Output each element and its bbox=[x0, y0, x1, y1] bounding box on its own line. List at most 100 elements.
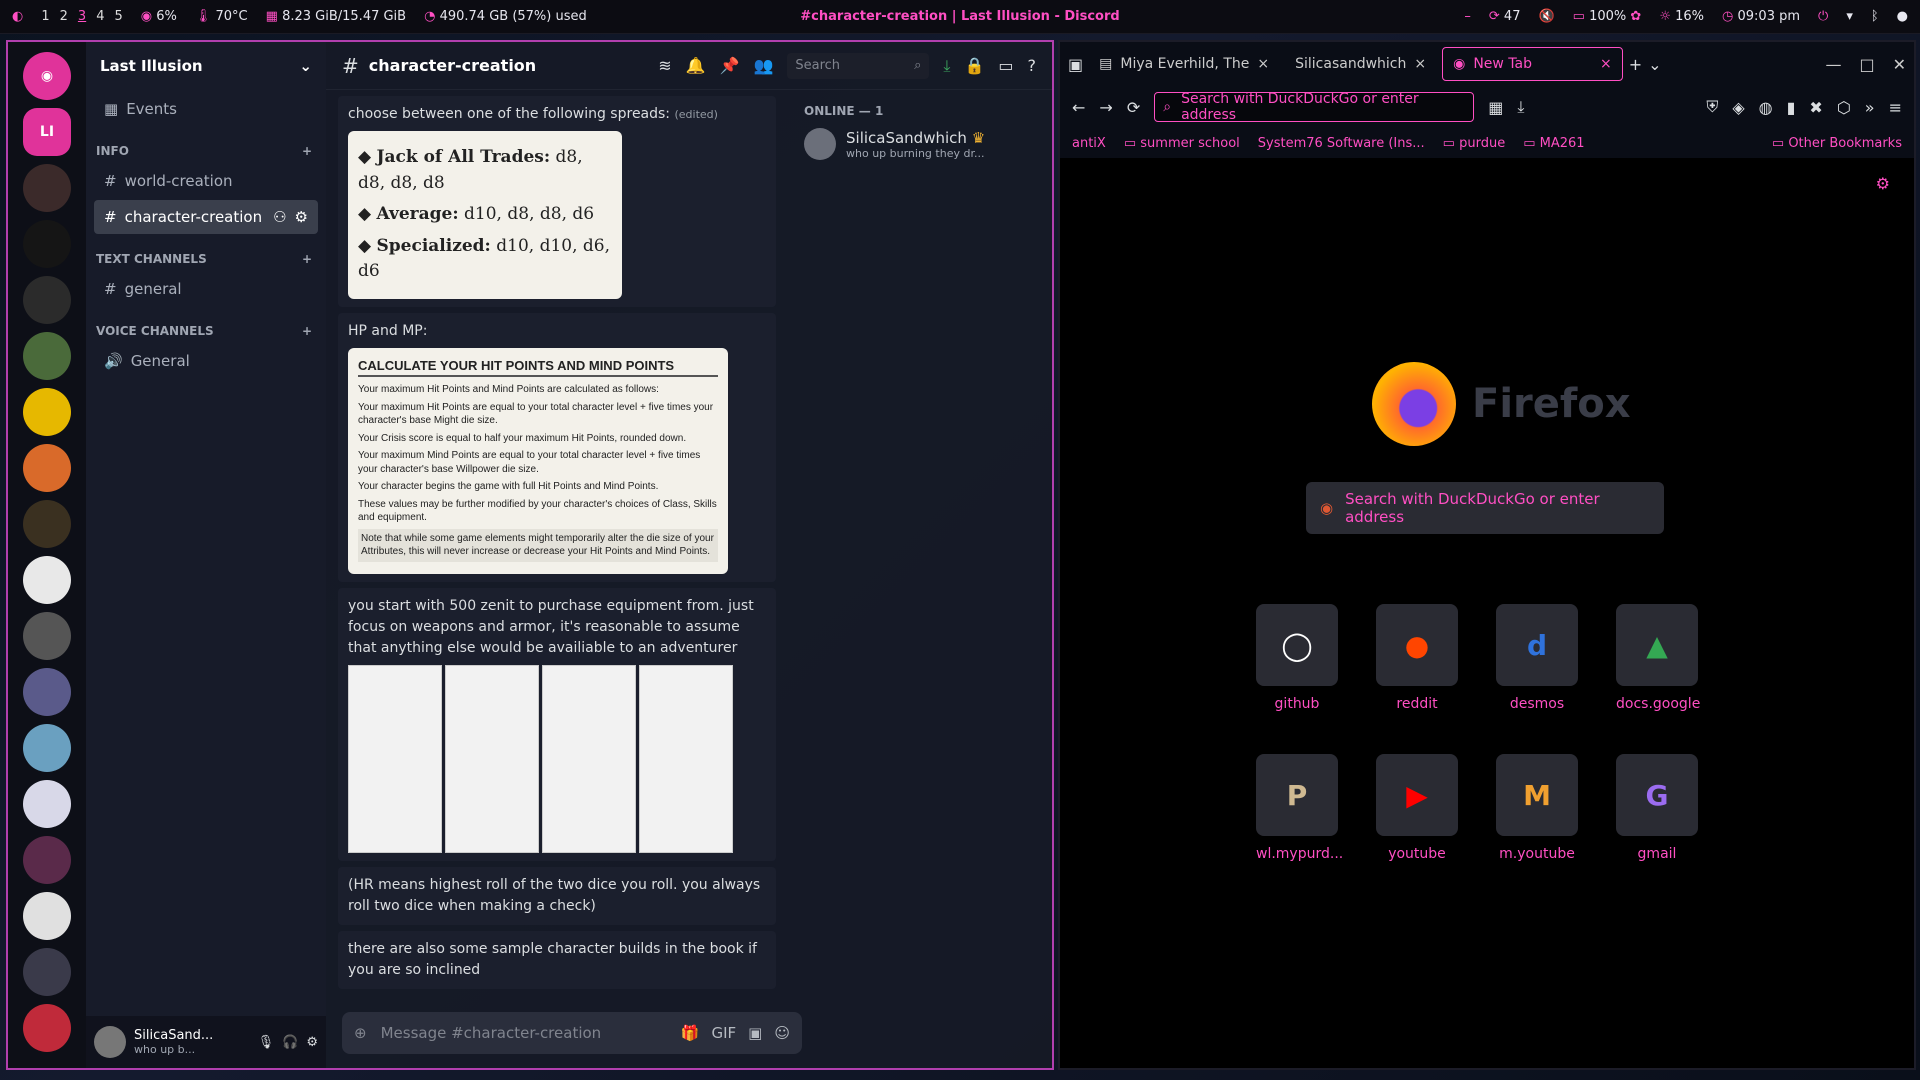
gear-icon[interactable]: ⚙ bbox=[295, 208, 308, 226]
extension-icon[interactable]: ◈ bbox=[1732, 98, 1744, 117]
top-site-gmail[interactable]: Ggmail bbox=[1616, 754, 1698, 862]
page-search-input[interactable]: ◉ Search with DuckDuckGo or enter addres… bbox=[1306, 482, 1664, 534]
back-icon[interactable]: ← bbox=[1072, 98, 1085, 117]
inbox-icon[interactable]: ▭ bbox=[998, 56, 1013, 75]
maximize-icon[interactable]: □ bbox=[1859, 55, 1874, 74]
server-icon[interactable] bbox=[23, 836, 71, 884]
voice-channel-general[interactable]: 🔊 General bbox=[94, 344, 318, 378]
minimize-icon[interactable]: — bbox=[1825, 55, 1841, 74]
server-icon[interactable] bbox=[23, 724, 71, 772]
server-icon[interactable] bbox=[23, 388, 71, 436]
extension-icon[interactable]: ◍ bbox=[1759, 98, 1773, 117]
tab-miya[interactable]: ▤ Miya Everhild, The × bbox=[1089, 47, 1279, 81]
add-member-icon[interactable]: ⚇ bbox=[273, 208, 286, 226]
grid-icon[interactable]: ▦ bbox=[1488, 98, 1503, 117]
forward-icon[interactable]: → bbox=[1099, 98, 1112, 117]
channel-general[interactable]: # general bbox=[94, 272, 318, 306]
mute-icon[interactable]: 🔇 bbox=[1538, 9, 1554, 24]
wifi-icon[interactable]: ▾ bbox=[1846, 9, 1853, 24]
tab-overview-icon[interactable]: ▣ bbox=[1068, 55, 1083, 74]
server-icon[interactable] bbox=[23, 220, 71, 268]
channel-world-creation[interactable]: # world-creation bbox=[94, 164, 318, 198]
top-site-mypurdue[interactable]: Pwl.mypurd... bbox=[1256, 754, 1343, 862]
gear-icon[interactable]: ⚙ bbox=[306, 1035, 318, 1050]
close-icon[interactable]: × bbox=[1414, 56, 1426, 72]
bookmark-system76[interactable]: System76 Software (Ins... bbox=[1258, 136, 1425, 151]
updates-indicator[interactable]: ⟳ 47 bbox=[1489, 9, 1521, 24]
workspace-5[interactable]: 5 bbox=[114, 9, 122, 24]
menu-icon[interactable]: ≡ bbox=[1889, 98, 1902, 117]
category-text[interactable]: TEXT CHANNELS + bbox=[86, 236, 326, 270]
minus-icon[interactable]: – bbox=[1464, 9, 1471, 24]
spreads-image[interactable]: ◆ Jack of All Trades: d8, d8, d8, d8 ◆ A… bbox=[348, 131, 622, 299]
bell-icon[interactable]: 🔔 bbox=[686, 56, 706, 75]
chevron-down-icon[interactable]: ⌄ bbox=[1648, 55, 1661, 74]
gift-icon[interactable]: 🎁 bbox=[681, 1024, 700, 1042]
server-icon[interactable] bbox=[23, 276, 71, 324]
bluetooth-icon[interactable]: ᛒ bbox=[1871, 9, 1879, 24]
emoji-icon[interactable]: ☺ bbox=[774, 1024, 790, 1042]
gallery-image[interactable] bbox=[639, 664, 733, 853]
top-site-github[interactable]: ◯ github bbox=[1256, 604, 1338, 712]
menu-icon[interactable]: ◐ bbox=[12, 9, 23, 24]
workspace-2[interactable]: 2 bbox=[60, 9, 68, 24]
workspace-4[interactable]: 4 bbox=[96, 9, 104, 24]
bookmark-ma261[interactable]: ▭ MA261 bbox=[1523, 136, 1584, 151]
server-icon[interactable] bbox=[23, 556, 71, 604]
server-icon[interactable] bbox=[23, 164, 71, 212]
server-icon[interactable] bbox=[23, 892, 71, 940]
server-icon[interactable] bbox=[23, 612, 71, 660]
brightness-indicator[interactable]: ☼ 16% bbox=[1659, 9, 1704, 24]
discord-tray-icon[interactable]: ● bbox=[1897, 9, 1908, 24]
server-icon[interactable] bbox=[23, 668, 71, 716]
top-site-docs-google[interactable]: ▲ docs.google bbox=[1616, 604, 1700, 712]
gear-icon[interactable]: ⚙ bbox=[1876, 174, 1890, 193]
reload-icon[interactable]: ⟳ bbox=[1127, 98, 1140, 117]
workspace-1[interactable]: 1 bbox=[41, 9, 49, 24]
overflow-icon[interactable]: » bbox=[1865, 98, 1875, 117]
plus-circle-icon[interactable]: ⊕ bbox=[354, 1024, 367, 1042]
gallery-image[interactable] bbox=[348, 664, 442, 853]
bookmark-summer-school[interactable]: ▭ summer school bbox=[1124, 136, 1240, 151]
extension-icon[interactable]: ▮ bbox=[1787, 98, 1796, 117]
power-icon[interactable]: ⏻ bbox=[1818, 9, 1828, 24]
workspace-3[interactable]: 3 bbox=[78, 9, 86, 24]
microphone-icon[interactable]: 🎙 bbox=[258, 1035, 275, 1050]
clock[interactable]: ◷ 09:03 pm bbox=[1722, 9, 1800, 24]
hp-mp-image[interactable]: CALCULATE YOUR HIT POINTS AND MIND POINT… bbox=[348, 347, 728, 574]
events-link[interactable]: ▦ Events bbox=[94, 92, 318, 126]
gallery-image[interactable] bbox=[445, 664, 539, 853]
help-icon[interactable]: ? bbox=[1028, 56, 1037, 75]
server-icon[interactable] bbox=[23, 948, 71, 996]
server-icon[interactable] bbox=[23, 332, 71, 380]
close-icon[interactable]: × bbox=[1600, 56, 1612, 72]
plus-icon[interactable]: + bbox=[302, 252, 312, 266]
close-window-icon[interactable]: ✕ bbox=[1893, 55, 1906, 74]
category-info[interactable]: INFO + bbox=[86, 128, 326, 162]
extension-icon[interactable]: ✖ bbox=[1809, 98, 1822, 117]
close-icon[interactable]: × bbox=[1257, 56, 1269, 72]
download-icon[interactable]: ⤓ bbox=[943, 56, 950, 76]
server-icon[interactable] bbox=[23, 500, 71, 548]
sticker-icon[interactable]: ▣ bbox=[748, 1024, 762, 1042]
bookmark-purdue[interactable]: ▭ purdue bbox=[1443, 136, 1506, 151]
top-site-youtube[interactable]: ▶ youtube bbox=[1376, 754, 1458, 862]
guild-header[interactable]: Last Illusion ⌄ bbox=[86, 42, 326, 90]
server-icon[interactable] bbox=[23, 1004, 71, 1052]
members-icon[interactable]: 👥 bbox=[753, 56, 773, 75]
server-icon[interactable] bbox=[23, 444, 71, 492]
tab-silicasandwhich[interactable]: Silicasandwhich × bbox=[1285, 47, 1436, 81]
bookmark-antix[interactable]: antiX bbox=[1072, 136, 1106, 151]
url-input[interactable]: ⌕ Search with DuckDuckGo or enter addres… bbox=[1154, 91, 1475, 123]
message-input[interactable]: ⊕ Message #character-creation 🎁 GIF ▣ ☺ bbox=[342, 1012, 802, 1054]
category-voice[interactable]: VOICE CHANNELS + bbox=[86, 308, 326, 342]
threads-icon[interactable]: ≋ bbox=[658, 56, 671, 75]
download-icon[interactable]: ⤓ bbox=[1517, 97, 1524, 117]
gif-icon[interactable]: GIF bbox=[711, 1024, 736, 1042]
other-bookmarks[interactable]: ▭ Other Bookmarks bbox=[1772, 136, 1902, 151]
tab-new-tab[interactable]: ◉ New Tab × bbox=[1442, 47, 1623, 81]
lock-icon[interactable]: 🔒 bbox=[964, 56, 984, 75]
headphones-icon[interactable]: 🎧 bbox=[282, 1035, 298, 1050]
battery-indicator[interactable]: ▭ 100% ✿ bbox=[1573, 9, 1642, 24]
puzzle-icon[interactable]: ⬡ bbox=[1837, 98, 1851, 117]
